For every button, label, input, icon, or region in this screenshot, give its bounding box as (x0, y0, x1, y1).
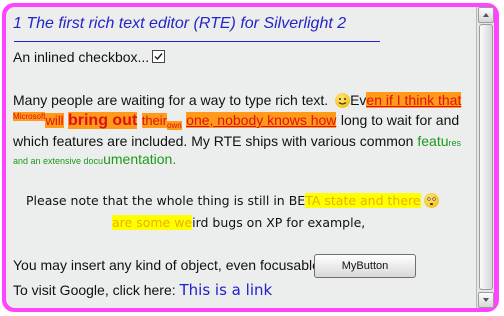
para1-line3: which features are included. My RTE ship… (13, 133, 461, 149)
para1-line1: Many people are waiting for a way to typ… (13, 92, 462, 108)
para1-text-a: Many people are waiting for a way to typ… (13, 92, 329, 108)
para1-text-l: featu (417, 133, 449, 149)
para1-text-n: and an extensive docu (13, 156, 104, 166)
google-line: To visit Google, click here: This is a l… (13, 281, 272, 299)
para1-text-b: Ev (350, 92, 367, 108)
worried-face-icon (423, 193, 439, 208)
para1-text-m: res (448, 138, 462, 148)
para1-text-g: their (141, 113, 168, 128)
checkbox-line-text: An inlined checkbox... (13, 49, 150, 65)
para1-text-h: own (167, 121, 182, 130)
para2-text-c: are some we (112, 215, 193, 230)
para1-text-j: long to wait for and (340, 112, 460, 128)
para1-text-c: en if I think that (366, 92, 462, 108)
checkbox-line: An inlined checkbox... (13, 49, 166, 65)
google-line-text: To visit Google, click here: (13, 282, 176, 298)
para1-text-e: will (45, 113, 64, 128)
smiley-face-icon (335, 93, 351, 108)
para1-line2: Microsoftwill bring out theirown one, no… (13, 112, 459, 130)
para1-text-i: one, nobody knows how (186, 112, 337, 128)
google-link[interactable]: This is a link (180, 281, 273, 299)
para1-text-o: umentation. (103, 151, 177, 167)
para2-line1: Please note that the whole thing is stil… (26, 193, 439, 208)
title-underline (14, 41, 380, 42)
object-line: You may insert any kind of object, even … (13, 257, 324, 273)
para2-text-d: ird bugs on XP for example, (192, 215, 366, 230)
para1-text-f: bring out (67, 112, 138, 129)
para2-text-a: Please note that the whole thing is stil… (26, 193, 306, 208)
scrollbar-thumb[interactable] (479, 24, 493, 290)
arrow-up-icon[interactable] (478, 7, 494, 23)
my-button[interactable]: MyButton (314, 254, 416, 278)
inline-checkbox[interactable] (152, 50, 166, 63)
para1-line4: and an extensive docuumentation. (13, 151, 176, 169)
para2-line2: are some weird bugs on XP for example, (112, 215, 365, 230)
editor-title: 1 The first rich text editor (RTE) for S… (13, 15, 347, 32)
para1-text-k: which features are included. My RTE ship… (13, 133, 414, 149)
arrow-down-icon[interactable] (478, 292, 494, 308)
para2-text-b: TA state and there (305, 193, 421, 208)
vertical-scrollbar[interactable] (476, 7, 494, 308)
para1-text-d: Microsoft (13, 112, 46, 121)
checkmark-icon (154, 53, 163, 61)
